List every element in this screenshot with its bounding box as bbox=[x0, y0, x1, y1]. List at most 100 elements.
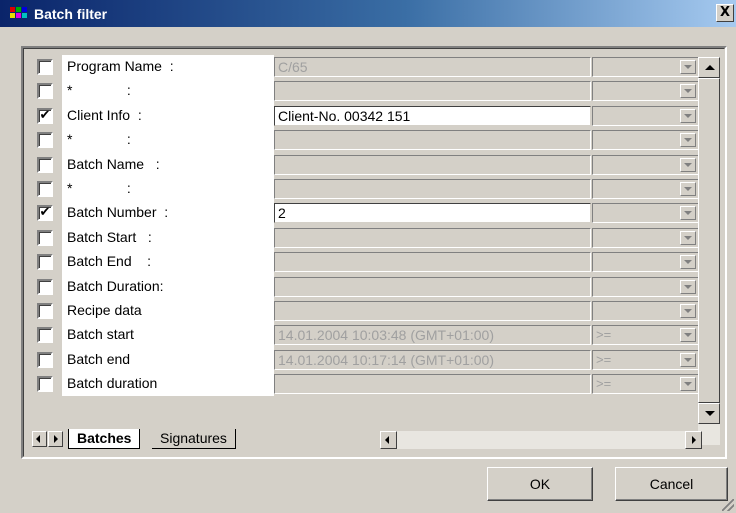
filter-row: * : bbox=[31, 128, 701, 153]
filter-label: Batch Name : bbox=[62, 152, 274, 177]
operator-dropdown[interactable]: >= bbox=[592, 374, 699, 395]
ok-button[interactable]: OK bbox=[487, 467, 593, 501]
filter-label: Batch Start : bbox=[62, 225, 274, 251]
dropdown-arrow-icon[interactable] bbox=[680, 157, 696, 172]
filter-row: Batch Start : bbox=[31, 225, 701, 251]
filter-value-field[interactable]: 14.01.2004 10:03:48 (GMT+01:00) bbox=[274, 325, 591, 346]
filter-checkbox[interactable] bbox=[37, 180, 53, 197]
filter-checkbox[interactable]: ✔ bbox=[37, 205, 53, 222]
filter-value-field[interactable]: Client-No. 00342 151 bbox=[274, 105, 591, 126]
operator-dropdown[interactable] bbox=[592, 300, 699, 321]
dropdown-arrow-icon[interactable] bbox=[680, 108, 696, 123]
dropdown-arrow-icon[interactable] bbox=[680, 181, 696, 196]
dropdown-arrow-icon[interactable] bbox=[680, 133, 696, 148]
filter-row: * : bbox=[31, 176, 701, 202]
tab-next-arrow-icon[interactable] bbox=[48, 431, 63, 447]
filter-row: ✔ Client Info : Client-No. 00342 151 bbox=[31, 103, 701, 129]
operator-dropdown[interactable] bbox=[592, 227, 699, 248]
filter-row: * : bbox=[31, 79, 701, 104]
scroll-down-arrow-icon[interactable] bbox=[698, 403, 720, 424]
filter-row: ✔ Batch Number :2 bbox=[31, 201, 701, 226]
filter-label: Client Info : bbox=[62, 103, 274, 129]
operator-dropdown[interactable] bbox=[592, 57, 699, 77]
dropdown-arrow-icon[interactable] bbox=[680, 303, 696, 318]
filter-value-field[interactable] bbox=[274, 227, 591, 248]
filter-label: Batch End : bbox=[62, 250, 274, 275]
tab-bar: Batches Signatures bbox=[32, 429, 702, 451]
window-title: Batch filter bbox=[34, 5, 108, 22]
filter-panel: Program Name : C/65 * : ✔ Client Info : Clien… bbox=[21, 46, 727, 459]
operator-dropdown[interactable] bbox=[592, 203, 699, 224]
filter-label: * : bbox=[62, 79, 274, 104]
filter-checkbox[interactable] bbox=[37, 132, 53, 149]
filter-checkbox[interactable]: ✔ bbox=[37, 107, 53, 124]
filter-checkbox[interactable] bbox=[37, 83, 53, 100]
operator-dropdown[interactable]: >= bbox=[592, 325, 699, 346]
operator-dropdown[interactable] bbox=[592, 130, 699, 151]
filter-checkbox[interactable] bbox=[37, 351, 53, 368]
filter-value-field[interactable] bbox=[274, 130, 591, 151]
operator-dropdown[interactable] bbox=[592, 178, 699, 199]
dropdown-arrow-icon[interactable] bbox=[680, 206, 696, 221]
operator-value: >= bbox=[596, 376, 612, 392]
filter-checkbox[interactable] bbox=[37, 327, 53, 344]
operator-dropdown[interactable] bbox=[592, 252, 699, 273]
filter-label: Recipe data bbox=[62, 298, 274, 324]
tab-signatures[interactable]: Signatures bbox=[152, 429, 236, 449]
scroll-left-arrow-icon[interactable] bbox=[380, 431, 397, 449]
dropdown-arrow-icon[interactable] bbox=[680, 377, 696, 392]
filter-value-field[interactable]: C/65 bbox=[274, 57, 591, 77]
filter-checkbox[interactable] bbox=[37, 156, 53, 173]
filter-checkbox[interactable] bbox=[37, 229, 53, 246]
cancel-button[interactable]: Cancel bbox=[615, 467, 728, 501]
filter-value-field[interactable]: 14.01.2004 10:17:14 (GMT+01:00) bbox=[274, 349, 591, 370]
dropdown-arrow-icon[interactable] bbox=[680, 255, 696, 270]
dropdown-arrow-icon[interactable] bbox=[680, 328, 696, 343]
filter-value-field[interactable] bbox=[274, 374, 591, 395]
horizontal-scrollbar[interactable] bbox=[380, 431, 702, 449]
filter-value-field[interactable] bbox=[274, 81, 591, 102]
dropdown-arrow-icon[interactable] bbox=[680, 60, 696, 74]
scroll-up-arrow-icon[interactable] bbox=[698, 57, 720, 78]
filter-checkbox[interactable] bbox=[37, 254, 53, 271]
app-icon bbox=[10, 6, 28, 21]
filter-row: Batch end 14.01.2004 10:17:14 (GMT+01:00)… bbox=[31, 347, 701, 373]
operator-value: >= bbox=[596, 351, 612, 367]
filter-label: Batch start bbox=[62, 323, 274, 348]
filter-value-field[interactable] bbox=[274, 252, 591, 273]
filter-label: Batch Duration: bbox=[62, 274, 274, 299]
operator-dropdown[interactable] bbox=[592, 276, 699, 297]
filter-value-field[interactable] bbox=[274, 300, 591, 321]
scroll-right-arrow-icon[interactable] bbox=[685, 431, 702, 449]
dropdown-arrow-icon[interactable] bbox=[680, 230, 696, 245]
dropdown-arrow-icon[interactable] bbox=[680, 279, 696, 294]
filter-row: Batch duration >= bbox=[31, 372, 701, 397]
filter-label: * : bbox=[62, 128, 274, 153]
filter-checkbox[interactable] bbox=[37, 302, 53, 319]
dropdown-arrow-icon[interactable] bbox=[680, 84, 696, 99]
filter-value-field[interactable]: 2 bbox=[274, 203, 591, 224]
filter-label: Batch duration bbox=[62, 372, 274, 397]
filter-checkbox[interactable] bbox=[37, 59, 53, 75]
filter-value-field[interactable] bbox=[274, 154, 591, 175]
operator-dropdown[interactable] bbox=[592, 81, 699, 102]
filter-label: Batch end bbox=[62, 347, 274, 373]
filter-checkbox[interactable] bbox=[37, 278, 53, 295]
vertical-scrollbar[interactable] bbox=[698, 57, 720, 445]
operator-dropdown[interactable] bbox=[592, 154, 699, 175]
filter-row: Batch start 14.01.2004 10:03:48 (GMT+01:0… bbox=[31, 323, 701, 348]
tab-prev-arrow-icon[interactable] bbox=[32, 431, 47, 447]
resize-grip-icon[interactable] bbox=[722, 499, 734, 511]
tab-batches[interactable]: Batches bbox=[68, 429, 141, 449]
filter-checkbox[interactable] bbox=[37, 376, 53, 393]
filter-row: Batch Name : bbox=[31, 152, 701, 177]
operator-dropdown[interactable] bbox=[592, 105, 699, 126]
title-bar: Batch filter X bbox=[0, 0, 736, 27]
filter-row: Program Name : C/65 bbox=[31, 55, 701, 80]
filter-value-field[interactable] bbox=[274, 276, 591, 297]
scroll-thumb[interactable] bbox=[698, 78, 720, 403]
operator-dropdown[interactable]: >= bbox=[592, 349, 699, 370]
dropdown-arrow-icon[interactable] bbox=[680, 352, 696, 367]
close-button[interactable]: X bbox=[716, 4, 734, 22]
filter-value-field[interactable] bbox=[274, 178, 591, 199]
